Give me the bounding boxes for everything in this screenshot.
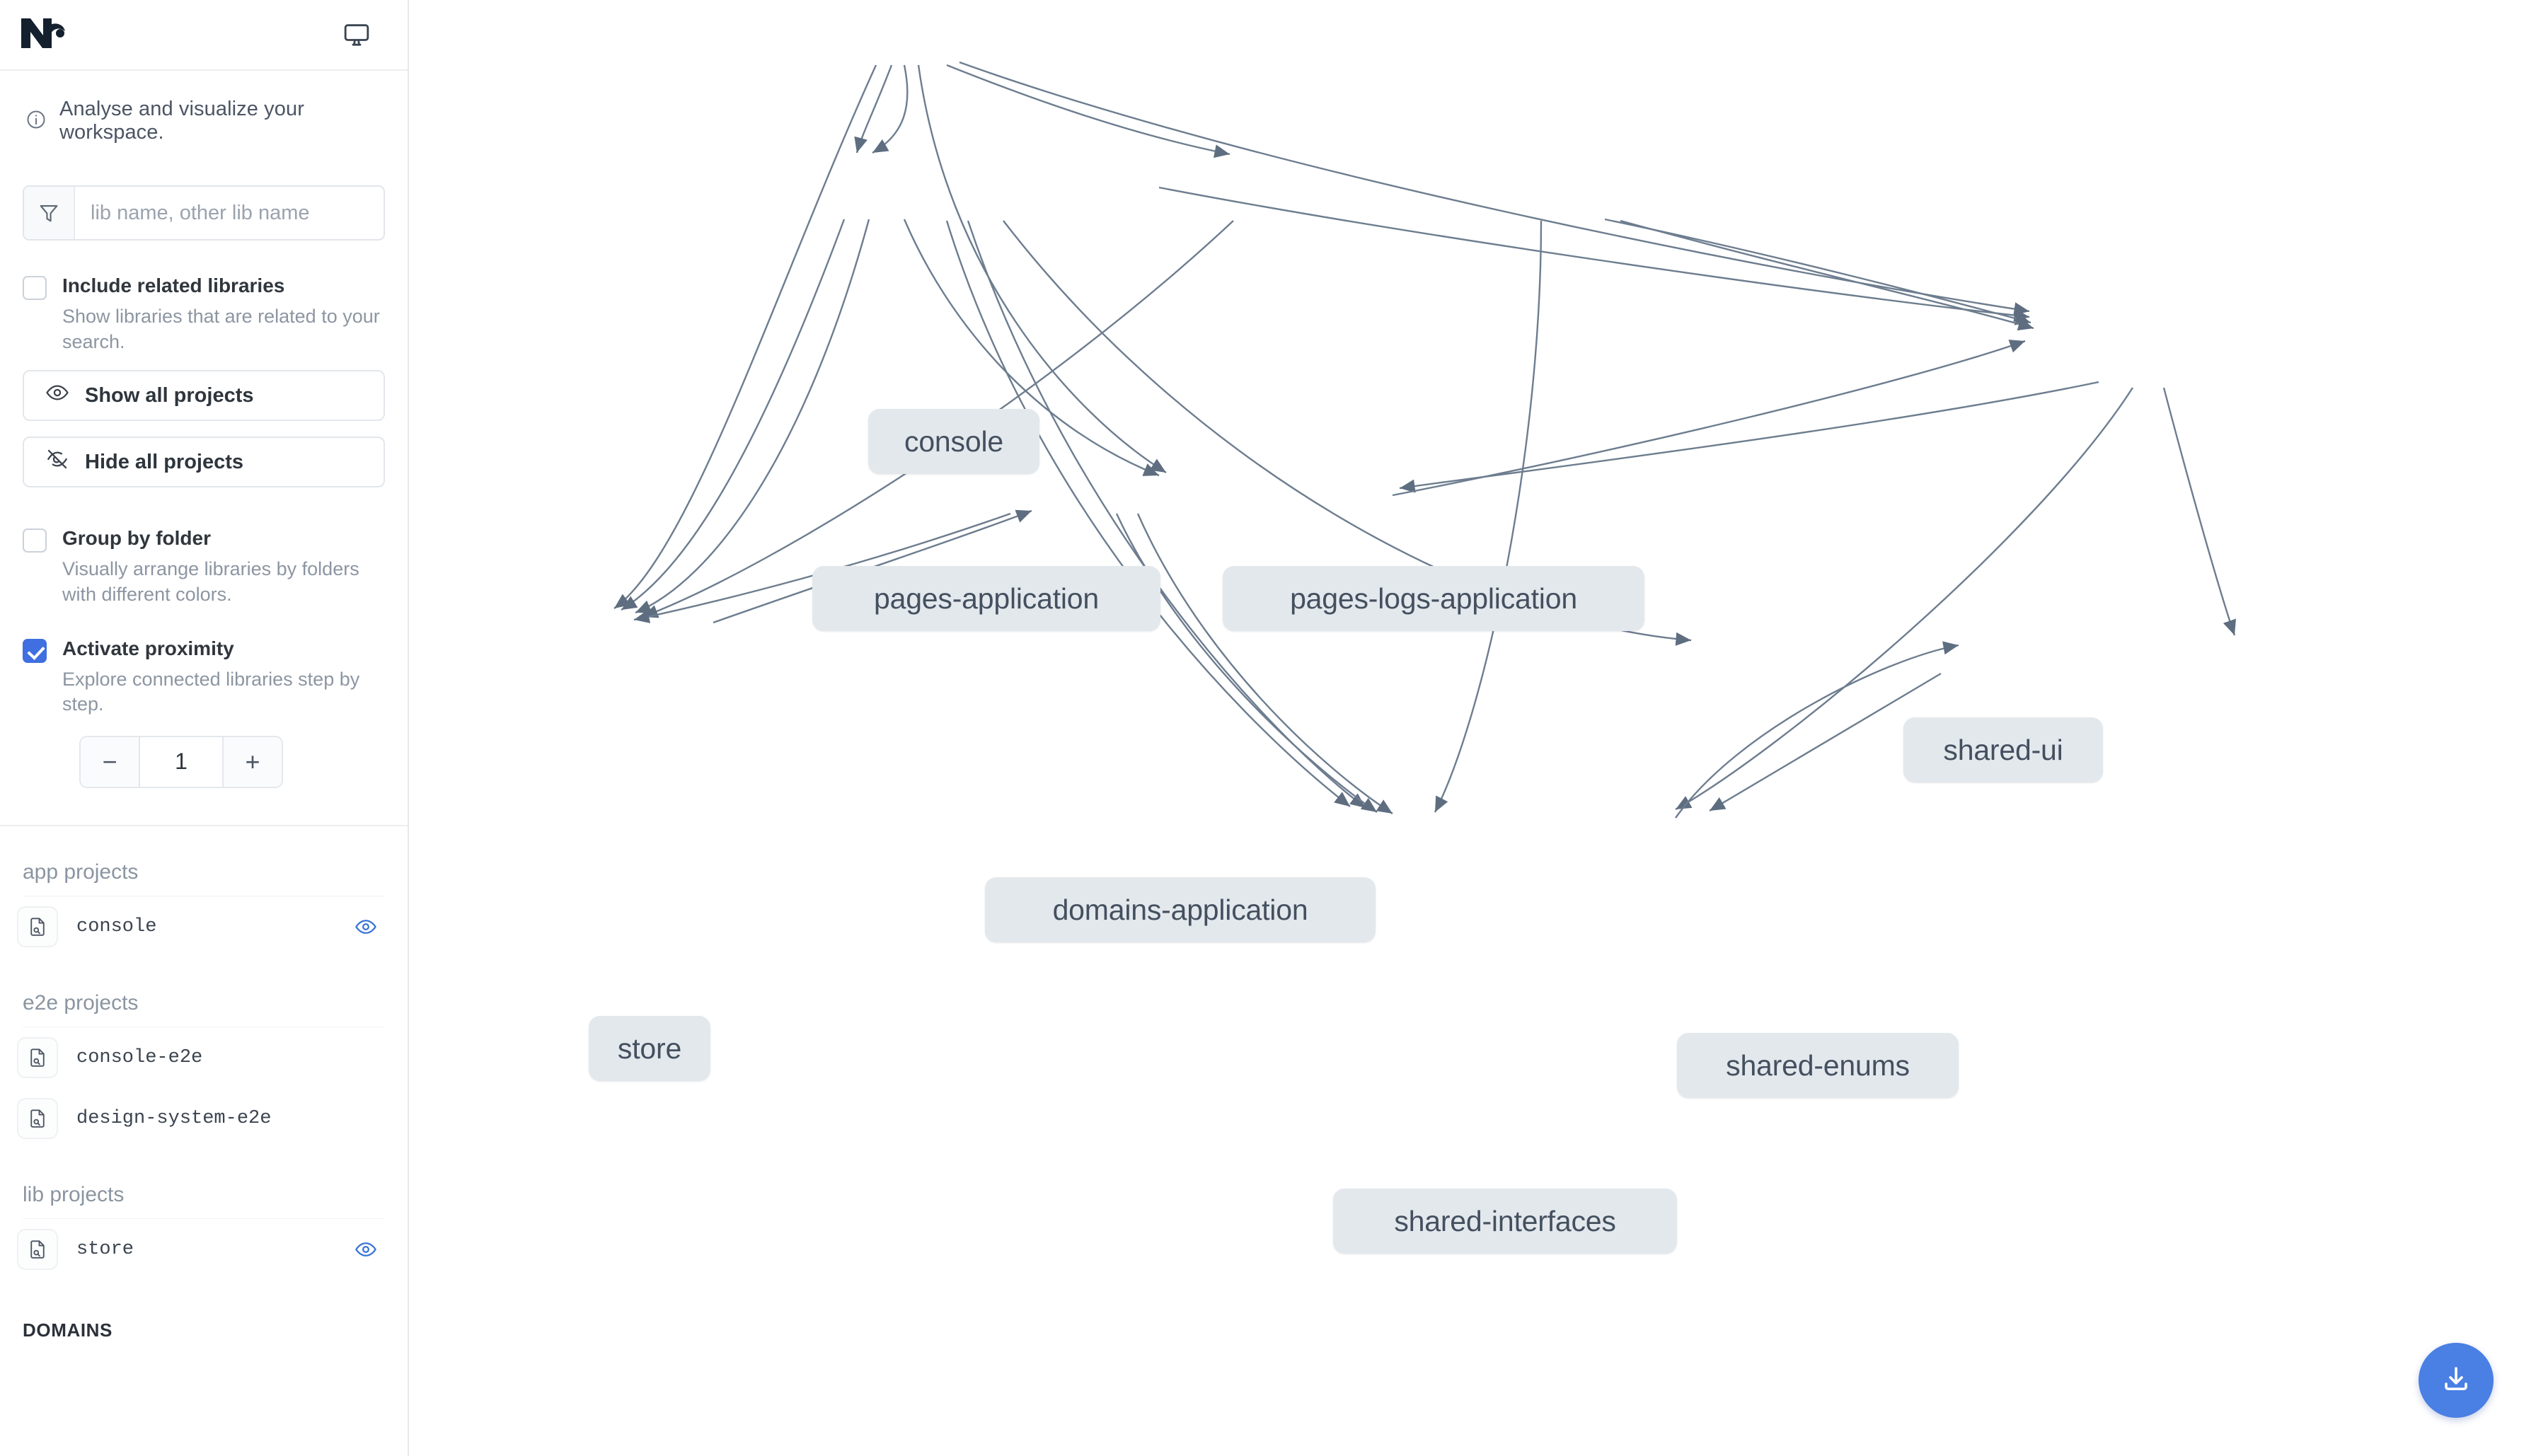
project-item-store[interactable]: store [0, 1219, 408, 1280]
graph-node-store[interactable]: store [589, 1016, 710, 1081]
document-search-icon [17, 1036, 58, 1078]
info-text: Analyse and visualize your workspace. [59, 98, 304, 144]
group-label-app-projects: app projects [23, 860, 139, 884]
option-include-related-libraries[interactable]: Include related libraries Show libraries… [0, 273, 408, 354]
nx-logo[interactable] [20, 16, 67, 54]
project-visibility-eye-icon[interactable] [350, 911, 382, 943]
sidebar: Analyse and visualize your workspace. In… [0, 0, 409, 1456]
group-label-e2e-projects: e2e projects [23, 990, 139, 1015]
include-related-libraries-desc: Show libraries that are related to your … [62, 306, 380, 352]
dependency-graph-canvas[interactable]: console pages-application pages-logs-app… [409, 0, 2536, 1456]
graph-node-shared-ui[interactable]: shared-ui [1903, 717, 2103, 782]
hide-all-projects-label: Hide all projects [85, 450, 244, 473]
show-all-projects-label: Show all projects [85, 383, 254, 407]
search-field[interactable] [23, 185, 385, 241]
sidebar-divider [0, 824, 408, 826]
eye-slash-icon [45, 447, 69, 477]
group-by-folder-checkbox[interactable] [23, 528, 47, 553]
search-input[interactable] [75, 187, 384, 239]
project-item-console-e2e[interactable]: console-e2e [0, 1027, 408, 1088]
document-search-icon [17, 1228, 58, 1270]
graph-node-domains-application[interactable]: domains-application [985, 877, 1376, 942]
monitor-icon[interactable] [337, 15, 376, 54]
domains-heading: DOMAINS [23, 1319, 113, 1341]
project-name: design-system-e2e [76, 1107, 272, 1129]
activate-proximity-label: Activate proximity [62, 637, 234, 659]
graph-node-shared-enums[interactable]: shared-enums [1677, 1033, 1959, 1098]
proximity-decrement-button[interactable]: − [81, 736, 140, 787]
graph-node-pages-logs-application[interactable]: pages-logs-application [1223, 566, 1644, 631]
project-visibility-eye-icon[interactable] [350, 1233, 382, 1266]
visibility-buttons: Show all projects Hide all projects [0, 370, 408, 488]
eye-icon [45, 381, 69, 410]
proximity-value: 1 [140, 736, 222, 787]
graph-node-shared-interfaces[interactable]: shared-interfaces [1333, 1189, 1677, 1254]
hide-all-projects-button[interactable]: Hide all projects [23, 437, 385, 488]
project-item-design-system-e2e[interactable]: design-system-e2e [0, 1088, 408, 1149]
include-related-libraries-checkbox[interactable] [23, 276, 47, 300]
document-search-icon [17, 906, 58, 947]
option-activate-proximity[interactable]: Activate proximity Explore connected lib… [0, 636, 408, 717]
group-by-folder-desc: Visually arrange libraries by folders wi… [62, 558, 359, 605]
document-search-icon [17, 1097, 58, 1139]
filter-funnel-icon [24, 187, 75, 239]
download-graph-button[interactable] [2419, 1343, 2494, 1418]
show-all-projects-button[interactable]: Show all projects [23, 370, 385, 422]
project-name: console [76, 915, 157, 937]
option-group-by-folder[interactable]: Group by folder Visually arrange librari… [0, 526, 408, 607]
project-item-console[interactable]: console [0, 896, 408, 957]
proximity-stepper: − 1 + [79, 735, 283, 788]
group-label-lib-projects: lib projects [23, 1182, 125, 1206]
proximity-increment-button[interactable]: + [222, 736, 282, 787]
graph-node-pages-application[interactable]: pages-application [812, 566, 1160, 631]
activate-proximity-desc: Explore connected libraries step by step… [62, 668, 360, 715]
download-icon [2439, 1362, 2473, 1399]
project-name: store [76, 1238, 134, 1260]
activate-proximity-checkbox[interactable] [23, 638, 47, 663]
info-circle-icon [25, 109, 47, 134]
project-name: console-e2e [76, 1046, 203, 1068]
info-row: Analyse and visualize your workspace. [0, 71, 408, 144]
graph-node-console[interactable]: console [868, 409, 1039, 474]
include-related-libraries-label: Include related libraries [62, 275, 285, 296]
sidebar-header [0, 0, 408, 71]
group-by-folder-label: Group by folder [62, 527, 211, 550]
